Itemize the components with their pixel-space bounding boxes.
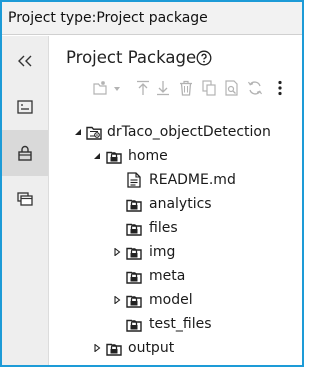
project-folder-icon (86, 125, 102, 140)
tree-item-files[interactable]: files (126, 216, 178, 240)
tree-item-label: files (149, 220, 178, 236)
download-button[interactable] (154, 80, 172, 100)
delete-icon (179, 80, 193, 100)
locked-folder-icon (106, 149, 122, 164)
new-item-icon (91, 80, 121, 100)
more-options-button[interactable] (273, 80, 287, 100)
tree-item-readme[interactable]: README.md (127, 168, 236, 192)
collapse-panel-button[interactable] (2, 38, 48, 84)
delete-button[interactable] (177, 80, 195, 100)
card-icon (17, 100, 33, 114)
tree-item-label: home (128, 148, 168, 164)
locked-folder-icon (106, 341, 122, 356)
copy-icon (202, 80, 216, 100)
locked-folder-icon (126, 221, 142, 236)
tree-item-label: test_files (149, 316, 212, 332)
tree-item-project[interactable]: drTaco_objectDetection (72, 120, 271, 144)
find-button[interactable] (223, 80, 241, 100)
copy-button[interactable] (200, 80, 218, 100)
package-lock-icon (17, 145, 33, 161)
tree-item-label: output (128, 340, 175, 356)
locked-folder-icon (126, 269, 142, 284)
project-package-tab[interactable] (2, 130, 48, 176)
upload-button[interactable] (134, 80, 152, 100)
tree-item-test-files[interactable]: test_files (126, 312, 212, 336)
help-icon[interactable] (196, 50, 212, 70)
expanded-caret-icon[interactable] (72, 126, 84, 138)
window-title: Project type:Project package (8, 10, 208, 26)
tree-item-model[interactable]: model (111, 288, 193, 312)
expanded-caret-icon[interactable] (91, 150, 103, 162)
text-file-icon (127, 172, 141, 188)
properties-tab[interactable] (2, 84, 48, 130)
stacked-windows-icon (17, 192, 33, 206)
tree-item-label: img (149, 244, 176, 260)
tree-item-home[interactable]: home (91, 144, 168, 168)
refresh-button[interactable] (246, 80, 264, 100)
side-rail (2, 36, 49, 365)
toolbar (49, 80, 302, 104)
window-title-bar: Project type:Project package (2, 2, 302, 35)
tree-item-img[interactable]: img (111, 240, 175, 264)
project-package-window: Project type:Project package Project Pac… (0, 0, 304, 367)
more-icon (278, 80, 282, 100)
locked-folder-icon (126, 197, 142, 212)
locked-folder-icon (126, 245, 142, 260)
copies-tab[interactable] (2, 176, 48, 222)
project-package-panel: Project Package drTaco_objectDetection h… (49, 36, 302, 365)
tree-item-analytics[interactable]: analytics (126, 192, 212, 216)
locked-folder-icon (126, 317, 142, 332)
collapsed-caret-icon[interactable] (111, 294, 123, 306)
panel-title: Project Package (66, 48, 197, 67)
tree-item-label: README.md (149, 172, 236, 188)
collapsed-caret-icon[interactable] (111, 246, 123, 258)
refresh-icon (247, 80, 263, 100)
tree-item-meta[interactable]: meta (126, 264, 185, 288)
upload-icon (136, 80, 150, 100)
locked-folder-icon (126, 293, 142, 308)
tree-item-label: meta (149, 268, 186, 284)
double-chevron-left-icon (18, 55, 32, 67)
collapsed-caret-icon[interactable] (91, 342, 103, 354)
download-icon (156, 80, 170, 100)
new-item-button[interactable] (89, 80, 123, 100)
tree-item-label: model (149, 292, 193, 308)
tree-item-label: analytics (149, 196, 212, 212)
find-icon (225, 80, 239, 100)
tree-item-output[interactable]: output (91, 336, 174, 360)
tree-item-label: drTaco_objectDetection (107, 124, 271, 140)
